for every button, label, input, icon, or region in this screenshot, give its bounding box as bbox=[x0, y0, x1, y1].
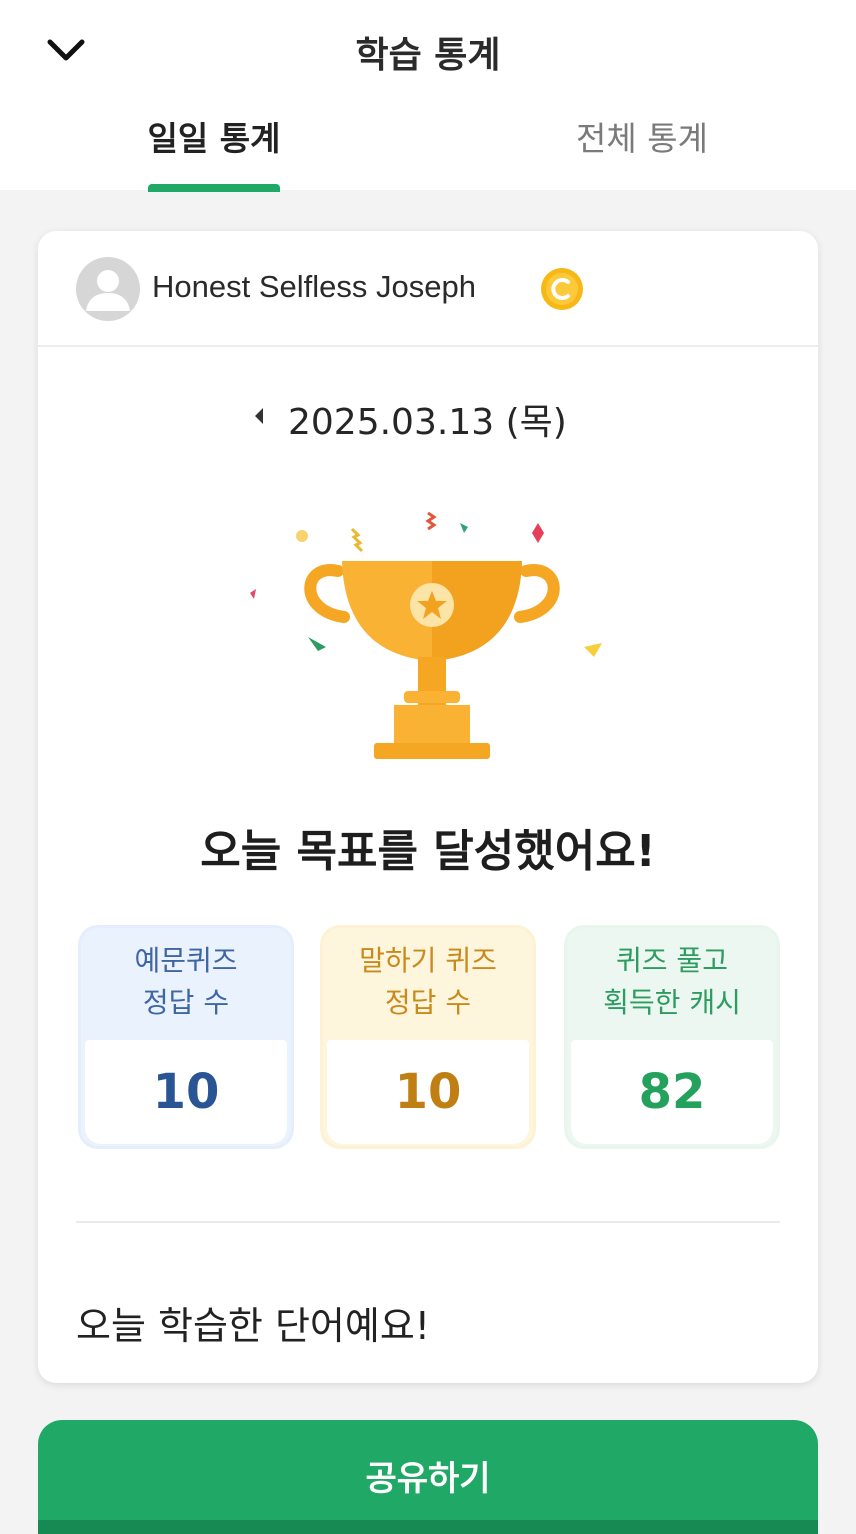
date-selector: 2025.03.13 (목) bbox=[38, 387, 818, 447]
stat-title: 예문퀴즈 정답 수 bbox=[81, 940, 291, 1024]
stat-value: 10 bbox=[327, 1040, 529, 1144]
achievement-message: 오늘 목표를 달성했어요! bbox=[200, 826, 656, 877]
stat-value: 10 bbox=[85, 1040, 287, 1144]
prev-date-arrow-icon[interactable] bbox=[244, 401, 274, 431]
avatar bbox=[76, 257, 140, 321]
stat-title-line1: 말하기 퀴즈 bbox=[359, 944, 497, 977]
share-button[interactable]: 공유하기 bbox=[38, 1420, 818, 1534]
stat-title-line1: 예문퀴즈 bbox=[134, 944, 238, 977]
stat-card-sentence-quiz: 예문퀴즈 정답 수 10 bbox=[78, 925, 294, 1149]
page-title: 학습 통계 bbox=[355, 35, 501, 76]
coin-icon bbox=[540, 267, 584, 311]
tab-daily-stats[interactable]: 일일 통계 bbox=[64, 112, 364, 160]
tab-total-stats[interactable]: 전체 통계 bbox=[492, 112, 792, 160]
stats-card: Honest Selfless Joseph 2025.03.13 (목) 오늘… bbox=[38, 231, 818, 1383]
stat-card-speaking-quiz: 말하기 퀴즈 정답 수 10 bbox=[320, 925, 536, 1149]
stat-title-line2: 획득한 캐시 bbox=[603, 986, 741, 1019]
section-divider bbox=[76, 1221, 780, 1223]
stat-title-line1: 퀴즈 풀고 bbox=[616, 944, 728, 977]
trophy-icon bbox=[234, 507, 624, 777]
stat-title-line2: 정답 수 bbox=[142, 986, 230, 1019]
profile-row: Honest Selfless Joseph bbox=[38, 231, 818, 347]
stat-value: 82 bbox=[571, 1040, 773, 1144]
stat-title: 말하기 퀴즈 정답 수 bbox=[323, 940, 533, 1024]
share-button-label: 공유하기 bbox=[365, 1458, 491, 1499]
stat-title-line2: 정답 수 bbox=[384, 986, 472, 1019]
current-date: 2025.03.13 (목) bbox=[288, 402, 567, 443]
stat-title: 퀴즈 풀고 획득한 캐시 bbox=[567, 940, 777, 1024]
stat-card-earned-cash: 퀴즈 풀고 획득한 캐시 82 bbox=[564, 925, 780, 1149]
app-header: 학습 통계 일일 통계 전체 통계 bbox=[0, 0, 856, 192]
learned-words-title: 오늘 학습한 단어예요! bbox=[76, 1304, 431, 1348]
active-tab-indicator bbox=[148, 184, 280, 192]
user-name: Honest Selfless Joseph bbox=[152, 269, 476, 304]
